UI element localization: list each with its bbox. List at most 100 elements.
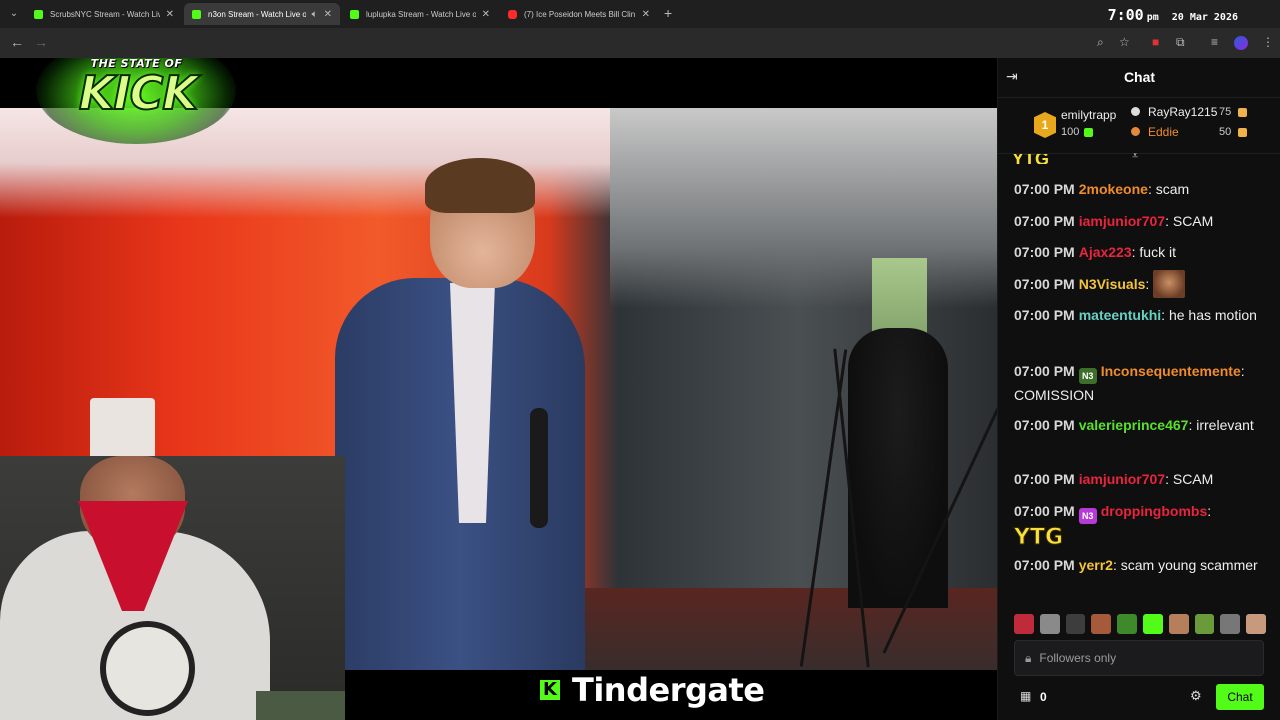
expand-leaderboard-icon[interactable]: ⩡ [1132,150,1138,163]
shirt-logo [100,621,195,716]
emote-ytg: YTG [1014,525,1064,551]
tab-close-icon[interactable]: ✕ [642,9,650,20]
microphone [530,408,548,528]
back-icon[interactable]: ← [10,34,24,50]
bookmark-star-icon[interactable]: ☆ [1119,35,1130,49]
extension-icon[interactable]: ■ [1152,35,1159,49]
leaderboard-third-value: 50 [1219,126,1232,138]
chat-username[interactable]: Inconsequentemente [1101,363,1241,379]
chat-username[interactable]: mateentukhi [1079,307,1161,323]
emote-image [1153,270,1186,298]
scene-camera-operator [848,328,948,608]
leaderboard-second-value: 75 [1219,106,1232,118]
webcam-background-object [256,691,345,720]
chat-message: 07:00 PM mateentukhi: he has motion [1014,307,1257,323]
kick-favicon-icon [34,9,43,19]
chat-message: 07:00 PM N3 droppingbombs: YTG [1014,503,1212,551]
logo-big-text: KICK [78,65,199,121]
emote-button[interactable] [1014,614,1034,634]
chat-username[interactable]: droppingbombs [1101,503,1208,519]
chat-text: SCAM [1172,471,1214,487]
speaker-icon[interactable]: 🔈︎ [312,9,318,20]
scene-ceiling-right [610,108,997,308]
kick-logo-icon: K [540,680,560,700]
new-tab-button[interactable]: + [664,5,672,21]
chat-username[interactable]: Ajax223 [1079,244,1132,260]
partial-emote: YTG [1012,154,1050,164]
youtube-favicon-icon [508,9,517,19]
leaderboard-second-name[interactable]: RayRay1215 [1148,105,1217,119]
emote-button[interactable] [1065,614,1086,634]
rank-badge-icon: 1 [1034,112,1056,138]
chat-username[interactable]: iamjunior707 [1079,471,1165,487]
chat-message: 07:00 PM N3Visuals: [1014,270,1266,298]
subscriber-badge-icon: N3 [1078,508,1097,524]
send-chat-button[interactable]: Chat [1216,684,1264,710]
emote-button[interactable] [1246,614,1266,634]
extensions-puzzle-icon[interactable]: ⧉ [1176,35,1185,50]
speaker-hair [425,158,535,213]
tab-luplupka[interactable]: luplupka Stream - Watch Live o ✕ [342,3,498,25]
chat-text: SCAM [1172,213,1214,229]
chat-message: 07:00 PM N3 Inconsequentemente: COMISSION [1014,363,1245,403]
chat-username[interactable]: N3Visuals [1079,276,1146,292]
caption-text: Tindergate [572,671,765,709]
chat-title: Chat [1123,69,1156,85]
reading-list-icon[interactable]: ≡ [1211,35,1218,49]
chat-text: irrelevant [1196,417,1254,433]
rank-hex-icon [1131,107,1140,116]
chat-header: ⇥ Chat [998,58,1280,98]
emote-button[interactable] [1039,614,1060,634]
emote-quick-bar [1014,614,1266,634]
browser-tab-bar: ⌄ ScrubsNYC Stream - Watch Live ✕ n3on S… [0,0,1280,28]
settings-gear-icon[interactable]: ⚙ [1190,688,1202,704]
scene-speaker [330,158,590,670]
clock-ampm: pm [1146,12,1159,23]
chat-username[interactable]: 2mokeone [1079,181,1148,197]
tab-ice-poseidon[interactable]: (7) Ice Poseidon Meets Bill Clin ✕ [500,3,658,25]
chat-text: COMISSION [1014,387,1095,403]
video-player[interactable]: THE STATE OF KICK K Tindergate [0,58,997,720]
chat-footer: ▦ 0 ⚙ Chat [998,682,1280,712]
tab-scrubsnyc[interactable]: ScrubsNYC Stream - Watch Live ✕ [26,3,182,25]
chat-message: 07:00 PM iamjunior707: SCAM [1014,213,1214,229]
profile-avatar[interactable] [1234,36,1248,50]
zoom-icon[interactable]: ⌕ [1097,35,1104,50]
emote-button[interactable] [1091,614,1112,634]
clock-date: 20 Mar 2026 [1171,12,1238,23]
lock-icon: 🔒︎ [1025,650,1032,665]
kicks-icon[interactable]: ▦ [1020,689,1031,703]
clock: 7:00 pm 20 Mar 2026 [1108,6,1238,24]
chat-input-placeholder: Followers only [1039,651,1117,665]
chat-panel: ⇥ Chat 1 emilytrapp 100 RayRay1215 75 Ed… [997,58,1280,720]
kicks-count: 0 [1040,690,1047,704]
gift-icon [1238,108,1247,117]
emote-button[interactable] [1142,614,1163,634]
tab-search-icon[interactable]: ⌄ [6,6,22,22]
leaderboard-third-name[interactable]: Eddie [1148,125,1179,139]
chat-input[interactable]: 🔒︎ Followers only [1014,640,1264,676]
forward-icon[interactable]: → [34,34,48,50]
chat-message: 07:00 PM 2mokeone: scam [1014,181,1190,197]
tab-close-icon[interactable]: ✕ [166,9,174,20]
chat-text: he has motion [1168,307,1257,323]
emote-button[interactable] [1194,614,1215,634]
caption-overlay: K Tindergate [540,670,765,710]
leaderboard-first-value: 100 [1061,126,1080,138]
emote-button[interactable] [1220,614,1241,634]
streamer-webcam [0,456,345,720]
chat-username[interactable]: yerr2 [1079,557,1113,573]
leaderboard-first-name[interactable]: emilytrapp [1061,108,1116,122]
tab-n3on[interactable]: n3on Stream - Watch Live o 🔈︎ ✕ [184,3,340,25]
state-of-kick-logo: THE STATE OF KICK [28,58,240,144]
chat-username[interactable]: valerieprince467 [1079,417,1189,433]
tab-close-icon[interactable]: ✕ [324,9,332,20]
gift-leaderboard: 1 emilytrapp 100 RayRay1215 75 Eddie 50 [998,98,1280,154]
menu-kebab-icon[interactable]: ⋮ [1262,35,1274,49]
chat-text: scam [1155,181,1190,197]
kick-favicon-icon [192,9,201,19]
emote-button[interactable] [1117,614,1137,634]
chat-username[interactable]: iamjunior707 [1079,213,1165,229]
emote-button[interactable] [1168,614,1189,634]
tab-close-icon[interactable]: ✕ [482,9,490,20]
